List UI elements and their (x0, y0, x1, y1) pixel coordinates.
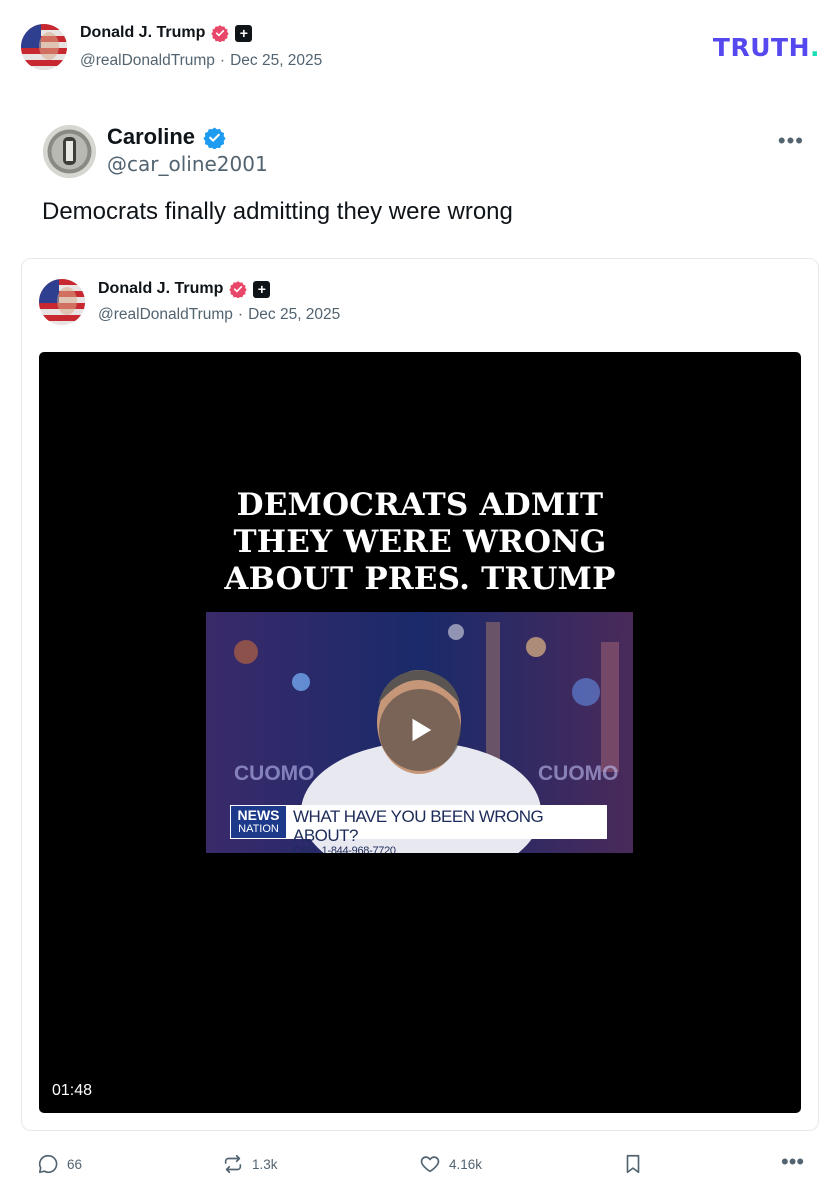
verified-badge-icon (211, 25, 230, 42)
post-text: Democrats finally admitting they were wr… (42, 198, 513, 225)
coin-avatar-image (43, 125, 96, 178)
chyron-sub: CALL 1-844-968-7720 (293, 845, 396, 853)
post-header: Donald J. Trump + @realDonaldTrump · Dec… (0, 0, 840, 90)
video-headline-line: ABOUT PRES. TRUMP (224, 561, 616, 597)
reply-count: 66 (67, 1156, 83, 1172)
news-nation-logo: NEWS NATION (230, 805, 287, 839)
verified-badge-icon (203, 126, 226, 149)
logo-dot: . (810, 33, 820, 62)
chyron-text: WHAT HAVE YOU BEEN WRONG ABOUT? CALL 1-8… (287, 805, 607, 853)
repost-count: 1.3k (252, 1156, 278, 1172)
quoted-author-avatar[interactable] (39, 279, 85, 325)
post-author-name[interactable]: Caroline (107, 124, 195, 150)
post-author-handle[interactable]: @car_oline2001 (107, 152, 268, 176)
video-duration: 01:48 (52, 1082, 93, 1099)
quoted-author-handle[interactable]: @realDonaldTrump (98, 306, 233, 324)
separator: · (237, 306, 244, 323)
verified-badge-icon (229, 281, 248, 298)
bookmark-icon (626, 1154, 640, 1174)
author-handle[interactable]: @realDonaldTrump (80, 52, 215, 70)
repost-icon (224, 1154, 242, 1174)
reply-icon (38, 1154, 58, 1174)
video-headline-line: THEY WERE WRONG (233, 524, 607, 560)
video-player[interactable]: DEMOCRATS ADMIT THEY WERE WRONG ABOUT PR… (39, 352, 801, 1113)
bookmark-button[interactable] (622, 1153, 644, 1175)
author-name[interactable]: Donald J. Trump (80, 24, 205, 42)
quoted-post-date[interactable]: Dec 25, 2025 (248, 306, 340, 324)
plus-badge-icon: + (235, 24, 253, 42)
like-button[interactable]: 4.16k (419, 1153, 482, 1175)
chyron-main: WHAT HAVE YOU BEEN WRONG ABOUT? (293, 807, 544, 845)
quoted-post-card[interactable]: Donald J. Trump + @realDonaldTrump · Dec… (21, 258, 819, 1131)
flag-avatar-image (39, 279, 85, 325)
plus-badge-icon: + (253, 280, 271, 298)
reply-button[interactable]: 66 (37, 1153, 82, 1175)
like-icon (420, 1156, 440, 1173)
author-avatar[interactable] (21, 24, 67, 70)
news-chyron: NEWS NATION WHAT HAVE YOU BEEN WRONG ABO… (230, 805, 607, 853)
like-count: 4.16k (449, 1156, 483, 1172)
more-icon[interactable]: ••• (781, 1149, 804, 1175)
watermark-right: CUOMO (538, 762, 619, 785)
video-headline-line: DEMOCRATS ADMIT (236, 487, 604, 523)
video-headline: DEMOCRATS ADMIT THEY WERE WRONG ABOUT PR… (39, 487, 801, 598)
quoted-author-name[interactable]: Donald J. Trump (98, 280, 223, 298)
chyron-logo-top: NEWS (237, 807, 280, 823)
chyron-logo-bottom: NATION (238, 823, 279, 835)
more-options-button[interactable]: ••• (778, 128, 804, 154)
action-bar: 66 1.3k 4.16k ••• (0, 1145, 840, 1185)
logo-text: TRUTH (712, 33, 810, 62)
flag-avatar-image (21, 24, 67, 70)
separator: · (219, 52, 226, 69)
post-author-avatar[interactable] (43, 125, 96, 178)
post-date[interactable]: Dec 25, 2025 (230, 52, 322, 70)
repost-button[interactable]: 1.3k (222, 1153, 278, 1175)
play-icon (412, 718, 432, 742)
watermark-left: CUOMO (234, 762, 315, 785)
truth-logo: TRUTH. (713, 33, 820, 62)
play-button[interactable] (379, 689, 461, 771)
